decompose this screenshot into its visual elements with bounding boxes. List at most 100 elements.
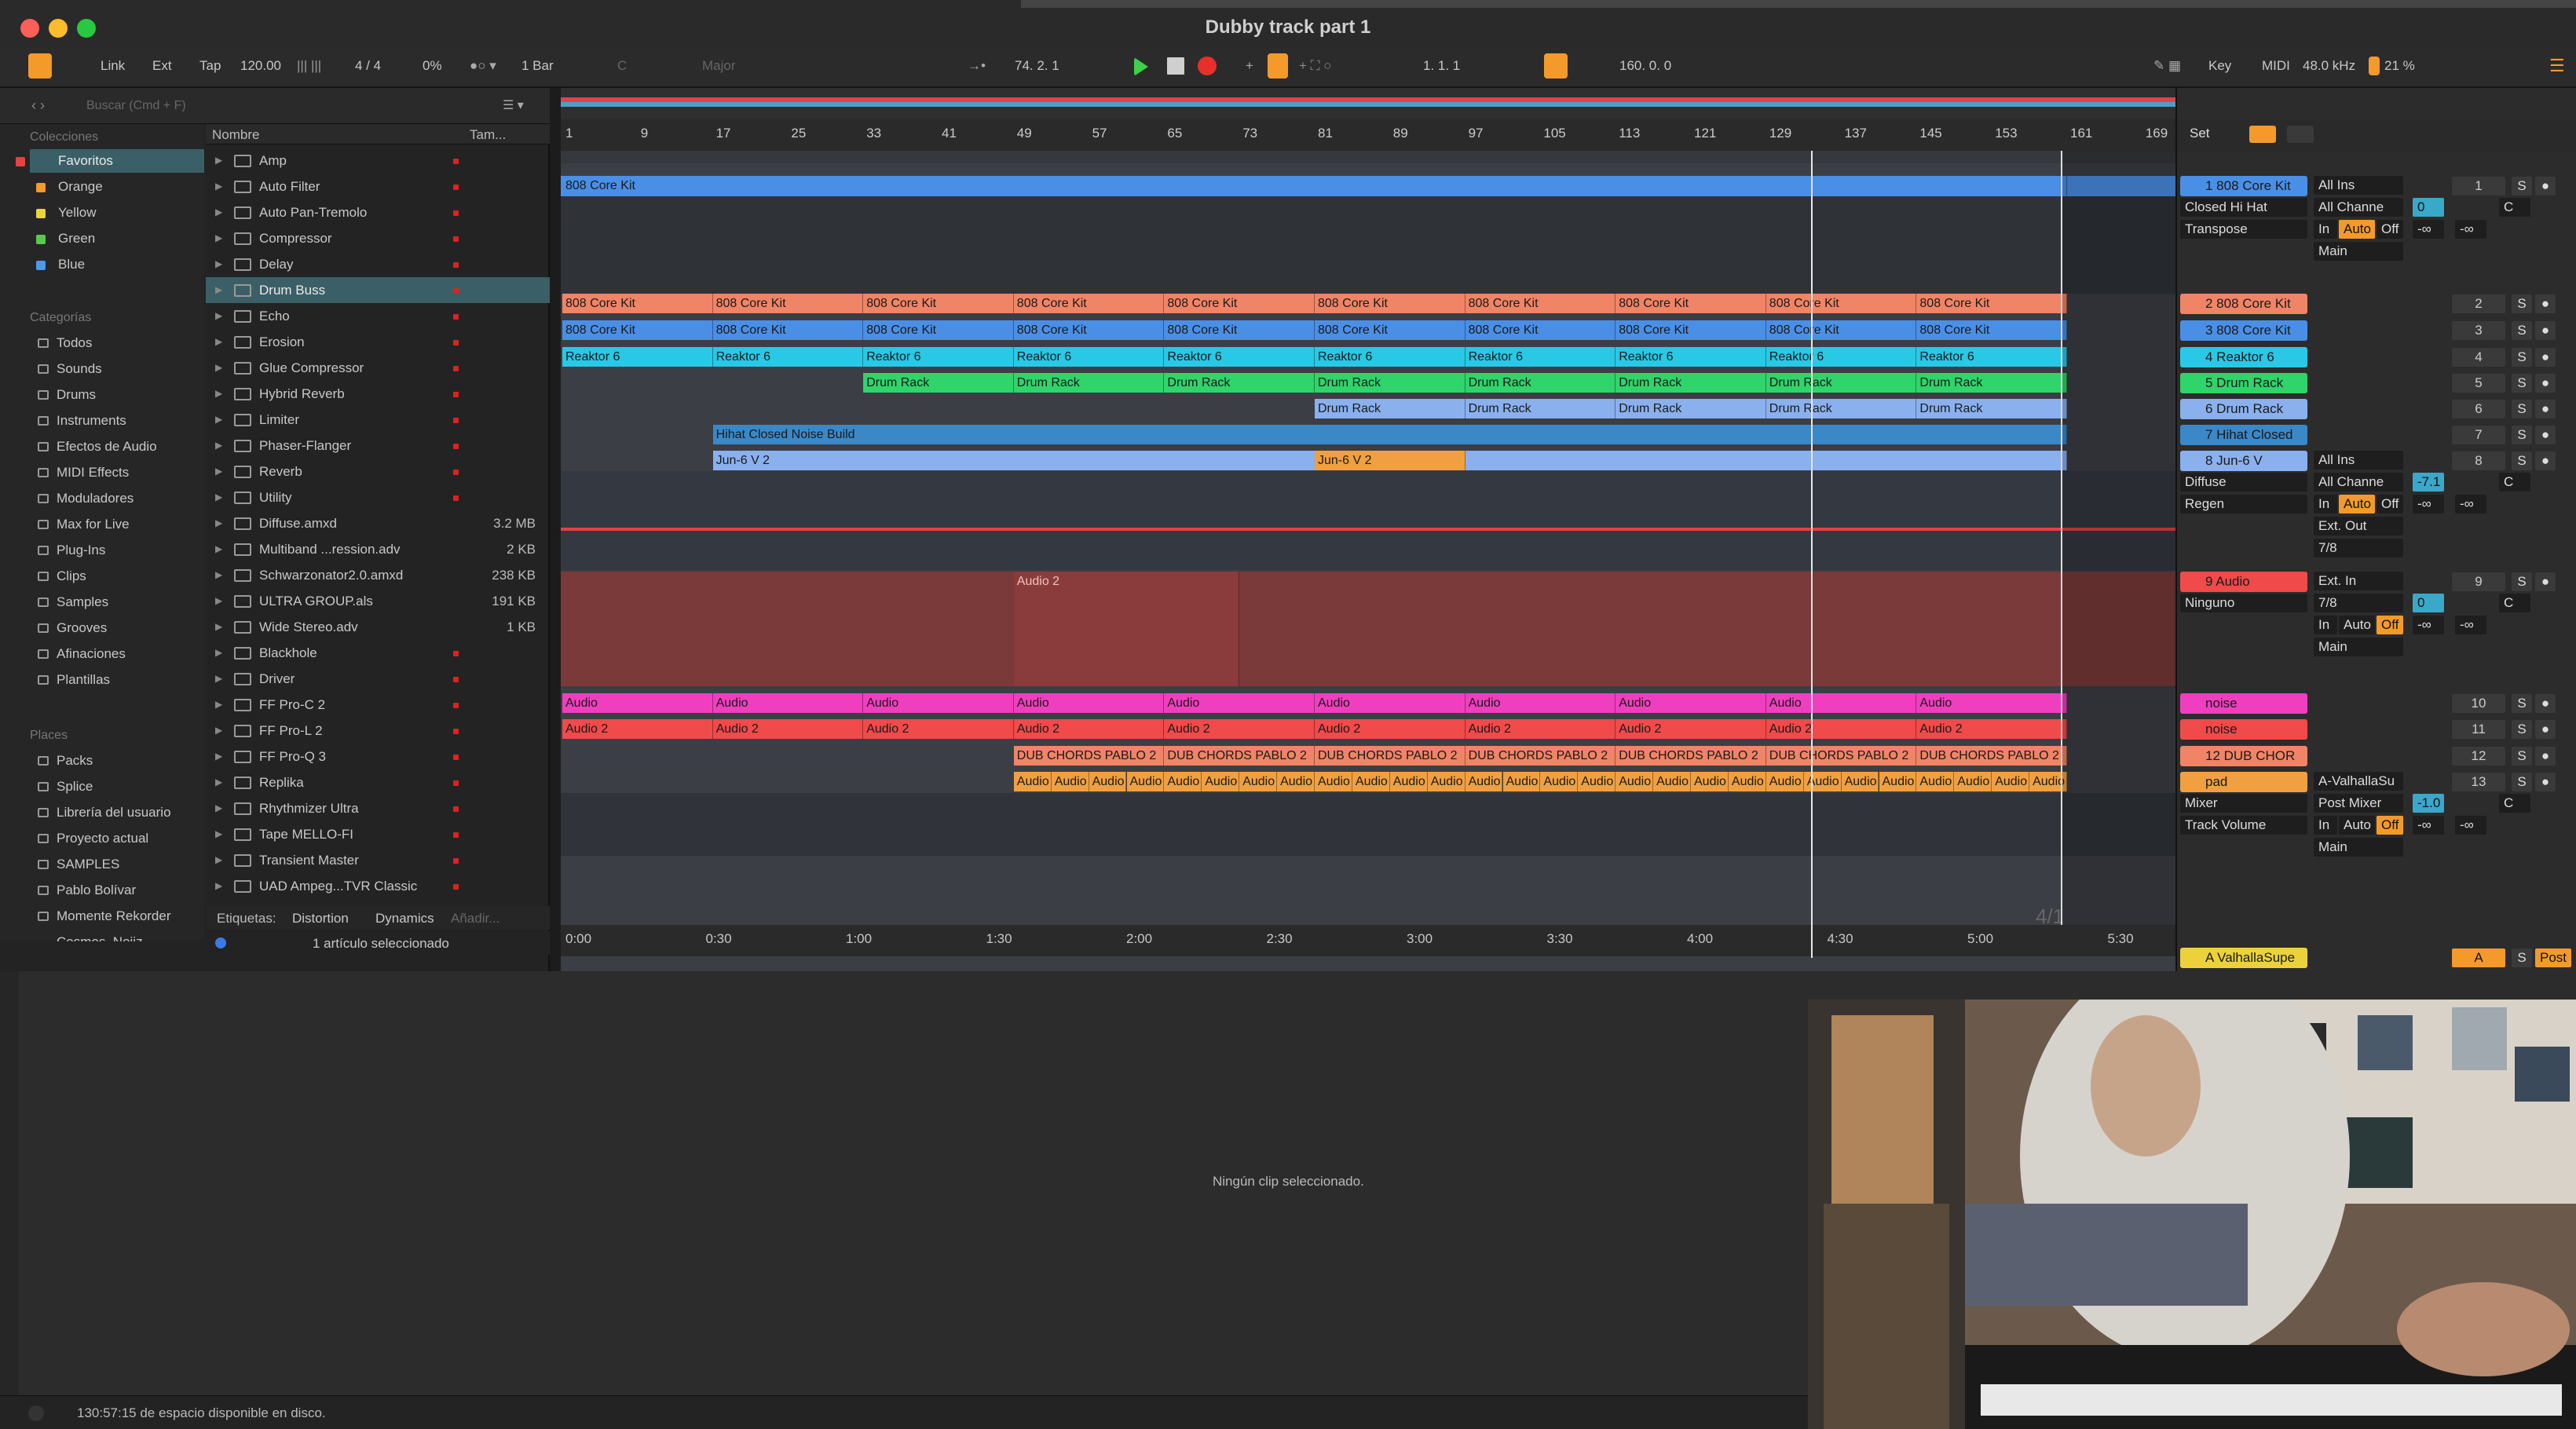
file-item[interactable]: ▶ Diffuse.amxd 3.2 MB: [206, 510, 550, 536]
scale-mode-field[interactable]: Major: [702, 55, 736, 77]
expand-arrow-icon[interactable]: ▶: [215, 588, 222, 614]
clip[interactable]: DUB CHORDS PABLO 2: [1916, 746, 2067, 766]
lane-noise-1[interactable]: Audio Audio Audio Audio Audio Audio Audio Audio…: [561, 693, 2175, 714]
clip[interactable]: DUB CHORDS PABLO 2: [1615, 746, 1766, 766]
file-item[interactable]: ▶ Auto Pan-Tremolo: [206, 199, 550, 225]
expand-arrow-icon[interactable]: ▶: [215, 821, 222, 847]
monitor-auto-button[interactable]: Auto: [2339, 816, 2375, 835]
send-b-knob[interactable]: -∞: [2455, 495, 2486, 513]
send-a-knob[interactable]: -∞: [2413, 816, 2444, 835]
output-select[interactable]: Main: [2314, 838, 2403, 857]
clip[interactable]: 808 Core Kit: [712, 294, 864, 313]
clip[interactable]: Audio 2: [863, 719, 1014, 739]
collection-blue[interactable]: Blue: [30, 253, 204, 276]
groove-amount-field[interactable]: 0%: [423, 55, 442, 77]
file-item[interactable]: ▶ FF Pro-C 2: [206, 692, 550, 718]
clip[interactable]: Audio: [562, 693, 713, 713]
clip[interactable]: Audio: [1013, 693, 1165, 713]
expand-arrow-icon[interactable]: ▶: [215, 381, 222, 407]
expand-arrow-icon[interactable]: ▶: [215, 769, 222, 795]
clip[interactable]: Audio: [1728, 772, 1766, 791]
menu-icon[interactable]: ☰: [2549, 55, 2565, 77]
sub-chain-select[interactable]: Mixer: [2180, 794, 2307, 813]
clip[interactable]: Audio: [1540, 772, 1579, 791]
track-name[interactable]: noise: [2180, 719, 2307, 740]
clip[interactable]: Audio: [712, 693, 864, 713]
set-button[interactable]: Set: [2190, 126, 2210, 141]
return-track-name[interactable]: A ValhallaSupe: [2180, 948, 2307, 968]
search-input[interactable]: Buscar (Cmd + F): [86, 99, 186, 113]
clip[interactable]: 808 Core Kit: [1315, 294, 1465, 313]
clip[interactable]: Audio 2: [1164, 719, 1315, 739]
file-item[interactable]: ▶ Phaser-Flanger: [206, 433, 550, 459]
clip[interactable]: Audio 2: [1916, 719, 2067, 739]
lane-jun6-automation[interactable]: [561, 471, 2175, 570]
input-type-select[interactable]: Ext. In: [2314, 572, 2403, 590]
clip[interactable]: 808 Core Kit: [562, 320, 713, 340]
clip[interactable]: Reaktor 6: [1315, 347, 1465, 367]
key-map-button[interactable]: Key: [2208, 55, 2231, 77]
place-splice[interactable]: Splice: [38, 775, 231, 799]
clip[interactable]: Reaktor 6: [1916, 347, 2067, 367]
clip[interactable]: Audio: [1803, 772, 1842, 791]
expand-arrow-icon[interactable]: ▶: [215, 251, 222, 277]
lane-returns[interactable]: [561, 861, 2175, 916]
time-ruler[interactable]: 0:00 0:30 1:00 1:30 2:00 2:30 3:00 3:30 4:00 4:30…: [561, 925, 2175, 956]
send-b-knob[interactable]: -∞: [2455, 816, 2486, 835]
clip[interactable]: Audio: [1916, 772, 1955, 791]
lane-dub-chords[interactable]: DUB CHORDS PABLO 2 DUB CHORDS PABLO 2 DUB …: [561, 746, 2175, 766]
monitor-off-button[interactable]: Off: [2377, 220, 2403, 239]
clip[interactable]: Audio: [2029, 772, 2067, 791]
place-cosmos-noiiz[interactable]: Cosmos_Noiiz: [57, 930, 231, 941]
clip[interactable]: Audio: [1766, 693, 1917, 713]
track-header[interactable]: noise 10 S ●: [2177, 693, 2576, 714]
clip[interactable]: 808 Core Kit: [1916, 294, 2067, 313]
tap-tempo-button[interactable]: Tap: [199, 55, 221, 77]
lane-reaktor[interactable]: Reaktor 6 Reaktor 6 Reaktor 6 Reaktor 6 Reak…: [561, 347, 2175, 367]
expand-arrow-icon[interactable]: ▶: [215, 666, 222, 692]
arm-button[interactable]: ●: [2535, 348, 2556, 367]
category-samples[interactable]: Samples: [38, 590, 231, 614]
place-samples[interactable]: SAMPLES: [38, 853, 231, 876]
clip[interactable]: 808 Core Kit: [1013, 294, 1165, 313]
solo-button[interactable]: S: [2512, 294, 2532, 313]
clip[interactable]: Audio: [1051, 772, 1089, 791]
track-name[interactable]: 2 808 Core Kit: [2180, 294, 2307, 314]
clip[interactable]: Audio: [1766, 772, 1804, 791]
ableton-logo-icon[interactable]: [28, 53, 52, 79]
loop-switch-icon[interactable]: [1544, 53, 1568, 79]
clip[interactable]: Audio 2: [1766, 719, 1917, 739]
clip[interactable]: Reaktor 6: [1013, 347, 1165, 367]
clip[interactable]: Audio: [1164, 772, 1202, 791]
clip[interactable]: 808 Core Kit: [1615, 294, 1766, 313]
clip[interactable]: Audio: [1615, 693, 1766, 713]
clip[interactable]: Audio: [1315, 772, 1352, 791]
nudge-icon[interactable]: ||| |||: [297, 55, 321, 77]
scale-root-field[interactable]: C: [617, 55, 627, 77]
file-item[interactable]: ▶ Auto Filter: [206, 174, 550, 199]
midi-map-button[interactable]: MIDI: [2262, 55, 2290, 77]
place-momente-rekorder[interactable]: Momente Rekorder: [38, 905, 231, 928]
quantize-menu[interactable]: 1 Bar: [521, 55, 554, 77]
file-item[interactable]: ▶ Delay: [206, 251, 550, 277]
automation-mode-icon[interactable]: [2249, 126, 2276, 143]
place-user-library[interactable]: Librería del usuario: [38, 801, 231, 824]
category-modulators[interactable]: Moduladores: [38, 487, 231, 510]
clip[interactable]: Audio: [1389, 772, 1428, 791]
column-size-header[interactable]: Tam...: [470, 127, 506, 143]
track-header[interactable]: 3 808 Core Kit 3 S ●: [2177, 320, 2576, 341]
track-name[interactable]: noise: [2180, 693, 2307, 714]
clip[interactable]: Audio 2: [1615, 719, 1766, 739]
clip[interactable]: Audio 2: [562, 719, 713, 739]
category-clips[interactable]: Clips: [38, 565, 231, 588]
solo-button[interactable]: S: [2512, 426, 2532, 444]
clip[interactable]: DUB CHORDS PABLO 2: [1465, 746, 1616, 766]
send-a-knob[interactable]: -∞: [2413, 220, 2444, 239]
lane-808-automation[interactable]: [561, 196, 2175, 308]
clip[interactable]: Drum Rack: [1315, 399, 1465, 418]
arm-button[interactable]: ●: [2535, 426, 2556, 444]
category-midi-effects[interactable]: MIDI Effects: [38, 461, 231, 484]
file-item[interactable]: ▶ Driver: [206, 666, 550, 692]
expand-arrow-icon[interactable]: ▶: [215, 873, 222, 899]
clip[interactable]: Audio: [1126, 772, 1165, 791]
